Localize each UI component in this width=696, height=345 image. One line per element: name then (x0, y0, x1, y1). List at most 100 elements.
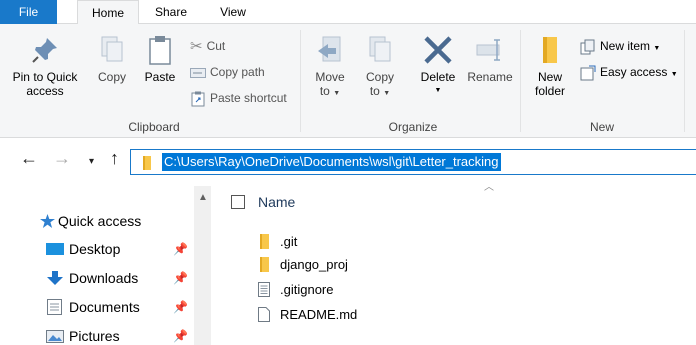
paste-icon (149, 36, 171, 65)
select-all-checkbox[interactable] (231, 195, 245, 209)
new-folder-label-line1: New (537, 70, 562, 84)
copy-path-label: Copy path (210, 65, 265, 79)
nav-item-label: Quick access (58, 213, 142, 229)
cut-button[interactable]: ✂ Cut (190, 36, 225, 56)
navigation-pane: Quick access Desktop 📌 Downloads 📌 Docum… (0, 186, 218, 345)
file-row[interactable]: README.md (218, 304, 696, 326)
pictures-icon (46, 330, 64, 343)
column-header-name[interactable]: Name (258, 194, 295, 210)
recent-locations-chevron-icon[interactable]: ▾ (89, 152, 94, 172)
copy-to-label-text: to (369, 84, 380, 98)
nav-item-label: Desktop (69, 241, 121, 257)
nav-item-label: Documents (69, 299, 140, 315)
back-arrow-icon[interactable]: ← (20, 148, 38, 168)
file-icon (258, 307, 270, 322)
paste-label: Paste (144, 70, 176, 84)
file-name: README.md (280, 307, 358, 322)
new-item-icon (580, 39, 595, 55)
folder-icon (143, 156, 151, 170)
navpane-scrollbar[interactable]: ▲ (194, 186, 211, 345)
delete-button[interactable]: Delete ▼ (414, 34, 462, 98)
nav-item-documents[interactable]: Documents 📌 (0, 294, 194, 320)
copy-to-label-line1: Copy (365, 70, 394, 84)
easy-access-label: Easy access (600, 65, 668, 79)
copy-to-label-line2: to ▼ (358, 84, 402, 101)
new-item-label: New item (600, 39, 651, 53)
group-divider (684, 30, 685, 132)
dropdown-arrow-icon: ▼ (653, 45, 661, 52)
move-to-label-text: to (319, 84, 330, 98)
ribbon-tabs: File Home Share View (0, 0, 696, 25)
forward-arrow-icon[interactable]: → (53, 148, 71, 168)
pin-icon (32, 38, 57, 63)
copy-button[interactable]: Copy (92, 34, 132, 84)
documents-icon (47, 299, 62, 315)
easy-access-button[interactable]: Easy access ▼ (580, 62, 678, 82)
folder-icon (543, 37, 557, 63)
delete-label: Delete (420, 70, 456, 84)
address-bar[interactable]: C:\Users\Ray\OneDrive\Documents\wsl\git\… (130, 149, 696, 175)
tab-share[interactable]: Share (145, 0, 197, 24)
folder-icon (260, 257, 269, 272)
move-to-label-line2: to ▼ (308, 84, 352, 101)
up-arrow-icon[interactable]: ↑ (110, 148, 119, 168)
pin-icon[interactable]: 📌 (173, 265, 188, 291)
text-file-icon (258, 282, 270, 297)
folder-icon (260, 234, 269, 249)
file-row[interactable]: django_proj (218, 254, 696, 276)
new-group-label: New (589, 120, 614, 134)
file-name: django_proj (280, 257, 348, 272)
nav-item-label: Pictures (69, 328, 120, 344)
copy-path-button[interactable]: Copy path (190, 62, 265, 82)
dropdown-arrow-icon: ▼ (383, 90, 391, 97)
nav-item-pictures[interactable]: Pictures 📌 (0, 323, 194, 345)
nav-item-quick-access[interactable]: Quick access (0, 208, 194, 234)
group-divider (300, 30, 301, 132)
nav-item-downloads[interactable]: Downloads 📌 (0, 265, 194, 291)
pin-label-line1: Pin to Quick (12, 70, 78, 84)
address-path[interactable]: C:\Users\Ray\OneDrive\Documents\wsl\git\… (162, 153, 501, 171)
rename-button[interactable]: Rename (464, 34, 516, 84)
paste-shortcut-button[interactable]: Paste shortcut (190, 88, 287, 108)
download-icon (47, 271, 63, 285)
new-item-button[interactable]: New item ▼ (580, 36, 660, 56)
pin-label-line2: access (26, 84, 64, 98)
copy-to-button[interactable]: Copy to ▼ (358, 34, 402, 101)
tab-file[interactable]: File (0, 0, 57, 24)
copy-path-icon (190, 67, 206, 78)
rename-icon (476, 39, 500, 61)
cut-label: Cut (206, 39, 226, 53)
scissors-icon: ✂ (190, 37, 203, 55)
paste-button[interactable]: Paste (140, 34, 180, 84)
easy-access-icon (580, 65, 596, 81)
tab-view[interactable]: View (207, 0, 259, 24)
pin-icon[interactable]: 📌 (173, 323, 188, 345)
star-icon (40, 214, 55, 228)
new-folder-button[interactable]: New folder (528, 34, 572, 98)
delete-x-icon (424, 36, 452, 64)
paste-shortcut-icon (191, 91, 205, 107)
dropdown-arrow-icon: ▼ (333, 90, 341, 97)
scroll-up-arrow-icon[interactable]: ▲ (198, 192, 208, 203)
move-to-button[interactable]: Move to ▼ (308, 34, 352, 101)
tab-home[interactable]: Home (77, 0, 139, 25)
move-to-label-line1: Move (315, 70, 345, 84)
pin-icon[interactable]: 📌 (173, 294, 188, 320)
sort-ascending-icon: ︿ (484, 182, 494, 193)
file-name: .git (280, 234, 298, 249)
dropdown-arrow-icon: ▼ (670, 71, 678, 78)
move-to-icon (318, 36, 341, 62)
pin-icon[interactable]: 📌 (173, 236, 188, 262)
file-row[interactable]: .gitignore (218, 279, 696, 301)
desktop-icon (46, 243, 64, 255)
paste-shortcut-label: Paste shortcut (210, 91, 287, 105)
nav-item-label: Downloads (69, 270, 139, 286)
file-name: .gitignore (280, 282, 334, 297)
copy-icon (101, 36, 123, 62)
group-divider (520, 30, 521, 132)
copy-label: Copy (97, 70, 126, 84)
file-row[interactable]: .git (218, 231, 696, 253)
pin-to-quick-access-button[interactable]: Pin to Quick access (4, 34, 86, 98)
copy-to-icon (369, 36, 391, 62)
nav-item-desktop[interactable]: Desktop 📌 (0, 236, 194, 262)
